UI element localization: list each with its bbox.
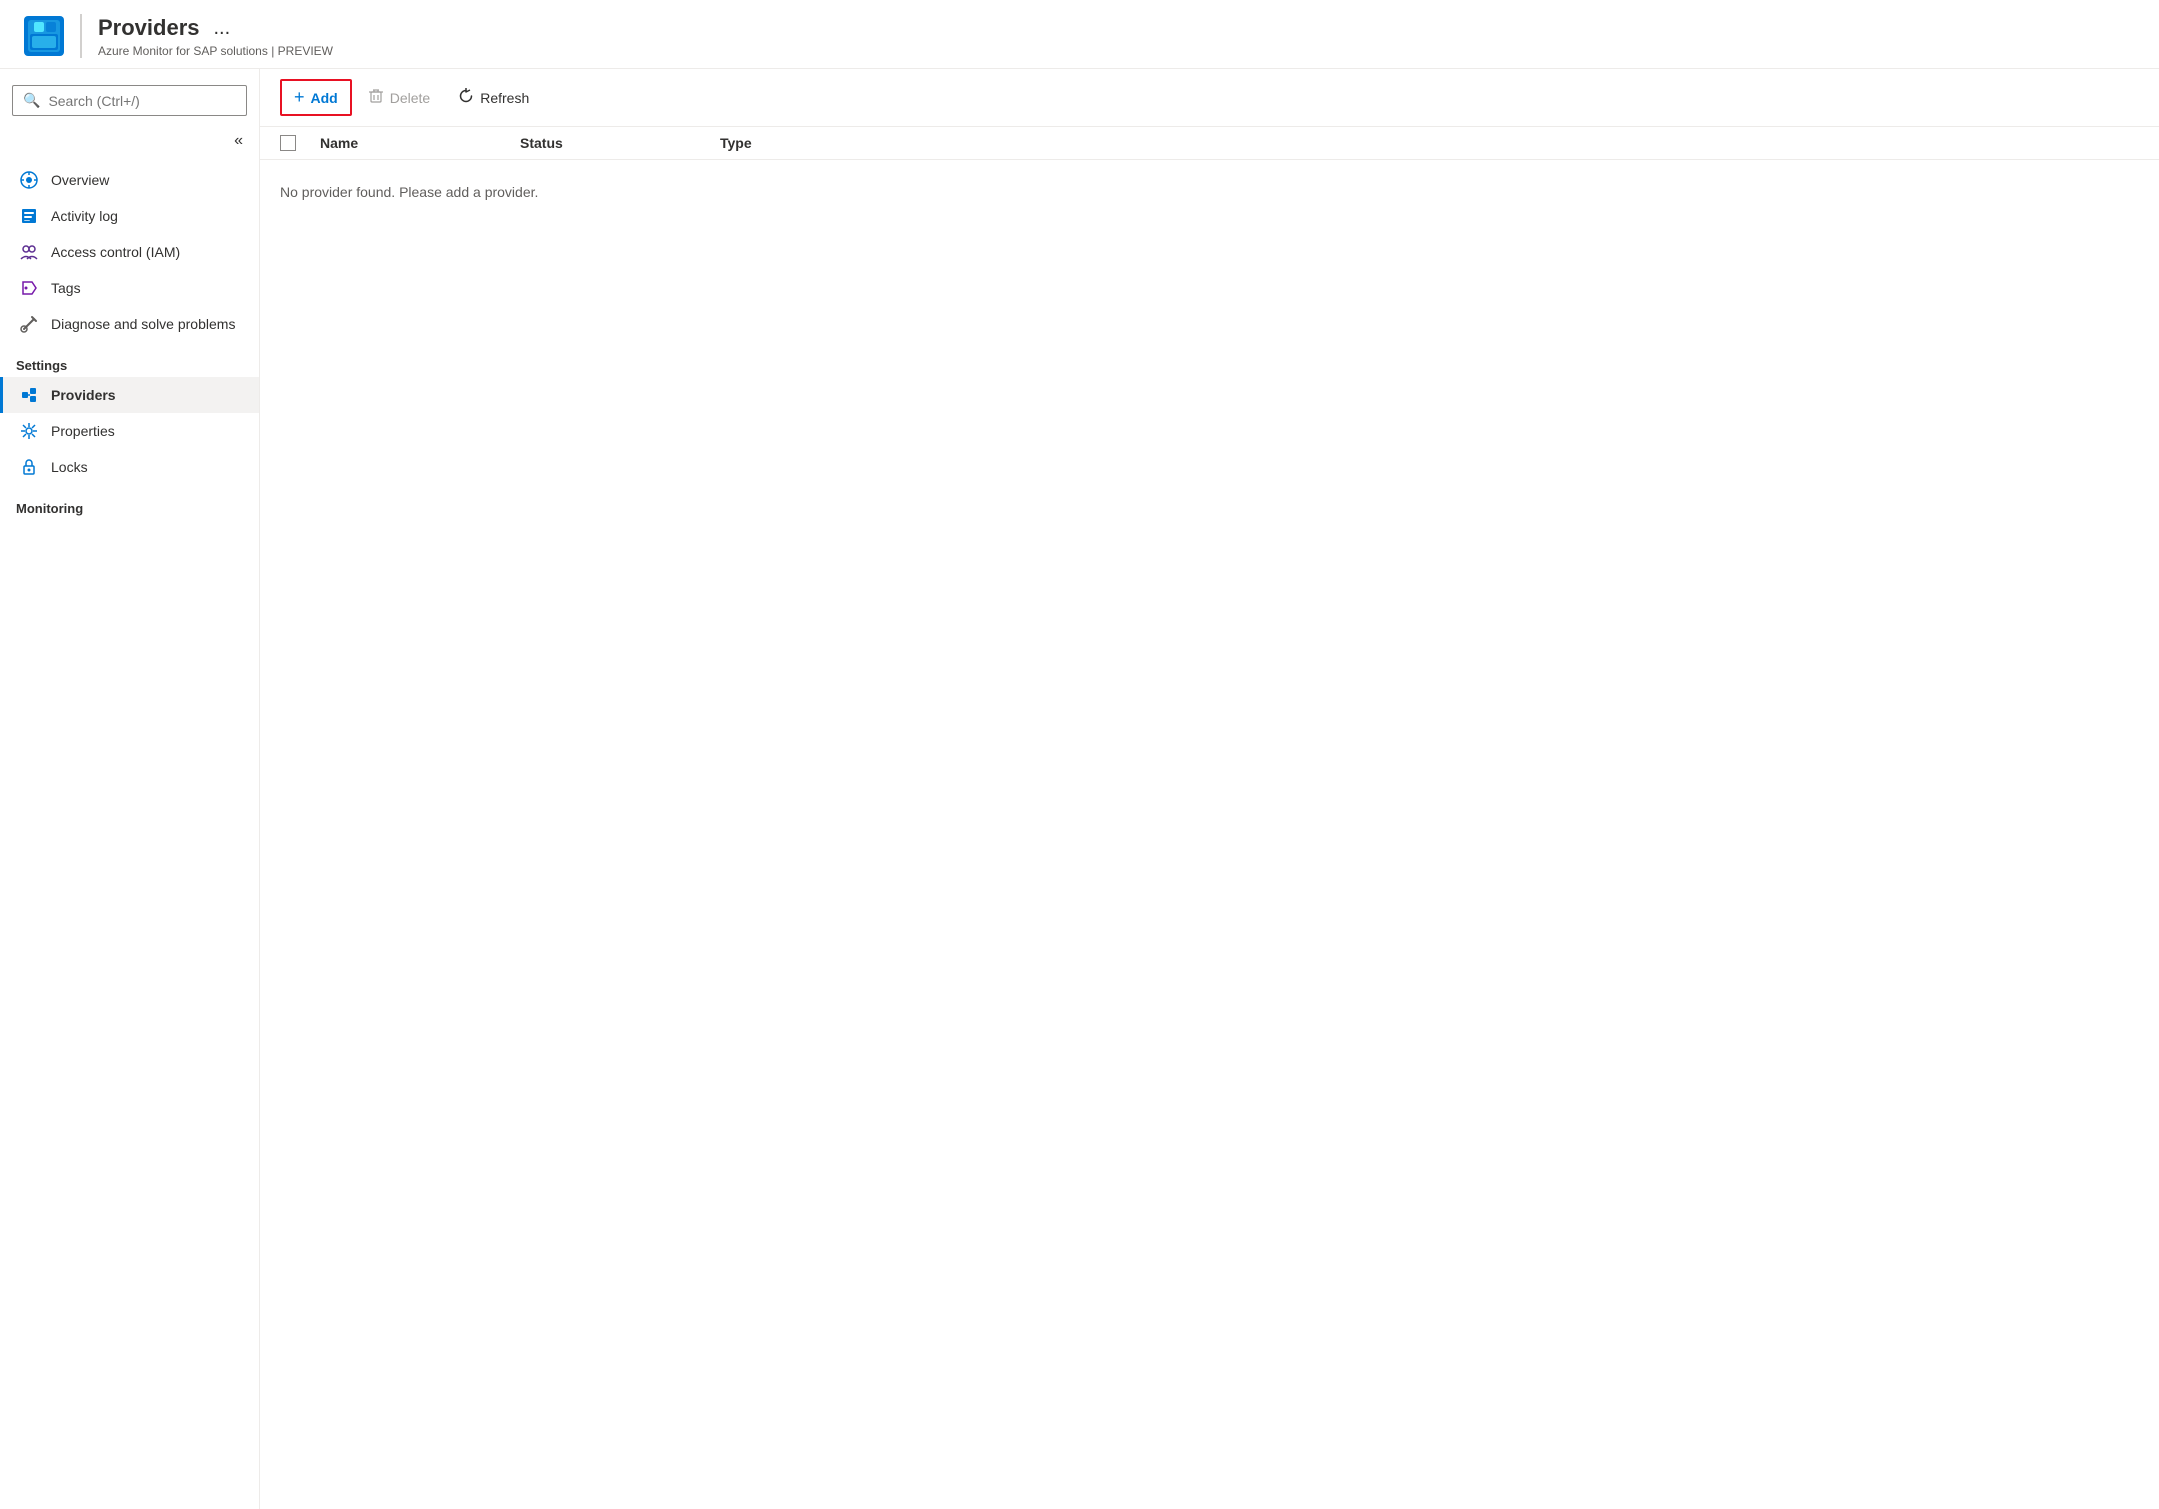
toolbar: + Add Delete — [260, 69, 2159, 127]
diagnose-icon — [19, 314, 39, 334]
add-icon: + — [294, 87, 305, 108]
page-header: Providers ... Azure Monitor for SAP solu… — [0, 0, 2159, 69]
locks-label: Locks — [51, 459, 88, 475]
nav-properties[interactable]: Properties — [0, 413, 259, 449]
delete-icon — [368, 88, 384, 107]
table-header: Name Status Type — [260, 127, 2159, 160]
refresh-icon — [458, 88, 474, 107]
more-options-button[interactable]: ... — [208, 15, 237, 42]
search-box[interactable]: 🔍 — [12, 85, 247, 116]
nav-tags[interactable]: Tags — [0, 270, 259, 306]
page-title-text: Providers — [98, 15, 200, 41]
header-text-group: Providers ... Azure Monitor for SAP solu… — [98, 15, 333, 58]
collapse-sidebar-area: « — [0, 128, 259, 162]
add-button[interactable]: + Add — [280, 79, 352, 116]
nav-locks[interactable]: Locks — [0, 449, 259, 485]
nav-access-control[interactable]: Access control (IAM) — [0, 234, 259, 270]
name-header-cell: Name — [320, 135, 520, 151]
table-container: Name Status Type No provider found. Plea… — [260, 127, 2159, 1509]
delete-label: Delete — [390, 90, 430, 106]
page-title: Providers ... — [98, 15, 333, 42]
collapse-sidebar-button[interactable]: « — [226, 128, 251, 154]
search-icon: 🔍 — [23, 92, 40, 109]
overview-icon — [19, 170, 39, 190]
select-all-checkbox[interactable] — [280, 135, 296, 151]
properties-icon — [19, 421, 39, 441]
extra-header-cell — [920, 135, 2139, 151]
search-input[interactable] — [48, 93, 236, 109]
header-divider — [80, 14, 82, 58]
refresh-button[interactable]: Refresh — [446, 82, 541, 113]
settings-section-header: Settings — [0, 342, 259, 377]
sidebar: 🔍 « Overview — [0, 69, 260, 1509]
page-subtitle: Azure Monitor for SAP solutions | PREVIE… — [98, 44, 333, 58]
providers-label: Providers — [51, 387, 116, 403]
type-header-cell: Type — [720, 135, 920, 151]
empty-state-message: No provider found. Please add a provider… — [260, 160, 2159, 224]
nav-diagnose[interactable]: Diagnose and solve problems — [0, 306, 259, 342]
refresh-label: Refresh — [480, 90, 529, 106]
locks-icon — [19, 457, 39, 477]
monitoring-section-header: Monitoring — [0, 485, 259, 520]
access-control-label: Access control (IAM) — [51, 244, 180, 260]
activity-log-label: Activity log — [51, 208, 118, 224]
checkbox-header-cell — [280, 135, 320, 151]
status-header-cell: Status — [520, 135, 720, 151]
content-area: + Add Delete — [260, 69, 2159, 1509]
main-layout: 🔍 « Overview — [0, 69, 2159, 1509]
access-control-icon — [19, 242, 39, 262]
nav-activity-log[interactable]: Activity log — [0, 198, 259, 234]
providers-icon — [19, 385, 39, 405]
add-label: Add — [311, 90, 338, 106]
activity-log-icon — [19, 206, 39, 226]
tags-label: Tags — [51, 280, 81, 296]
nav-providers[interactable]: Providers — [0, 377, 259, 413]
tags-icon — [19, 278, 39, 298]
overview-label: Overview — [51, 172, 109, 188]
nav-overview[interactable]: Overview — [0, 162, 259, 198]
diagnose-label: Diagnose and solve problems — [51, 316, 235, 332]
delete-button[interactable]: Delete — [356, 82, 442, 113]
properties-label: Properties — [51, 423, 115, 439]
app-logo — [20, 12, 68, 60]
